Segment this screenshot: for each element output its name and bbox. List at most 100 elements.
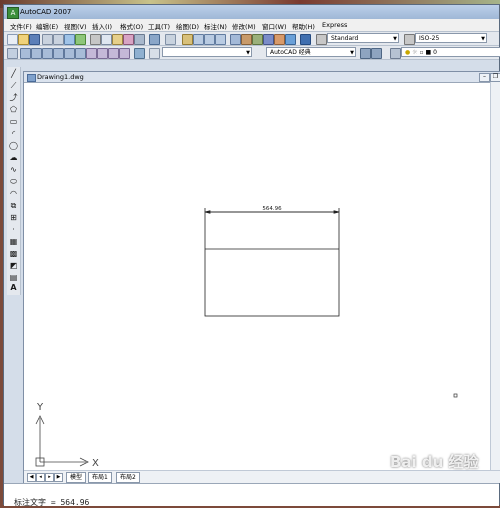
menu-bar: 文件(F) 编辑(E) 视图(V) 插入(I) 格式(O) 工具(T) 绘图(D… (4, 19, 499, 32)
restore-icon[interactable]: ❐ (490, 73, 500, 82)
text-style-select[interactable]: Standard ▼ (327, 33, 399, 43)
prev-tab-icon[interactable]: ◂ (36, 473, 45, 482)
open-icon[interactable] (18, 34, 29, 45)
block-editor-icon[interactable] (134, 34, 145, 45)
rectangle-icon[interactable]: ▭ (8, 117, 19, 127)
polygon-icon[interactable]: ⬠ (8, 105, 19, 115)
circle-icon[interactable]: ◯ (8, 141, 19, 151)
tab-layout1[interactable]: 布局1 (88, 472, 112, 483)
insert-block-icon[interactable]: ⧉ (8, 201, 19, 211)
cut-icon[interactable] (90, 34, 101, 45)
workspace-select[interactable]: AutoCAD 经典 ▼ (266, 47, 356, 57)
design-center-icon[interactable] (241, 34, 252, 45)
save-workspace-icon[interactable] (371, 48, 382, 59)
view-back-icon[interactable] (75, 48, 86, 59)
print-icon[interactable] (42, 34, 53, 45)
ellipse-arc-icon[interactable]: ◠ (8, 189, 19, 199)
copy-icon[interactable] (101, 34, 112, 45)
named-views-icon[interactable] (149, 48, 160, 59)
menu-modify[interactable]: 修改(M) (232, 21, 256, 31)
calculator-icon[interactable] (285, 34, 296, 45)
menu-help[interactable]: 帮助(H) (292, 21, 315, 31)
polyline-icon[interactable]: ⤴ (8, 93, 19, 103)
save-icon[interactable] (29, 34, 40, 45)
construction-line-icon[interactable]: ⟋ (8, 81, 19, 91)
command-line[interactable]: 标注文字 = 564.96 (4, 483, 499, 507)
dim-style-icon[interactable] (404, 34, 415, 45)
line-icon[interactable]: ╱ (8, 69, 19, 79)
camera-icon[interactable] (134, 48, 145, 59)
paste-icon[interactable] (112, 34, 123, 45)
menu-file[interactable]: 文件(F) (10, 21, 32, 31)
autocad-icon[interactable]: A (7, 7, 19, 19)
revision-cloud-icon[interactable]: ☁ (8, 153, 19, 163)
arc-icon[interactable]: ◜ (8, 129, 19, 139)
first-tab-icon[interactable]: ◀ (27, 473, 36, 482)
dim-style-value: ISO-25 (419, 35, 440, 42)
last-tab-icon[interactable]: ▶ (54, 473, 63, 482)
layer-select[interactable]: ● ☼ ▫ ■ 0 (401, 47, 500, 57)
print-preview-icon[interactable] (53, 34, 64, 45)
view-iso-se-icon[interactable] (97, 48, 108, 59)
menu-tools[interactable]: 工具(T) (148, 21, 170, 31)
menu-format[interactable]: 格式(O) (120, 21, 143, 31)
undo-icon[interactable] (149, 34, 160, 45)
view-iso-nw-icon[interactable] (119, 48, 130, 59)
ellipse-icon[interactable]: ⬭ (8, 177, 19, 187)
region-icon[interactable]: ◩ (8, 261, 19, 271)
next-tab-icon[interactable]: ▸ (45, 473, 54, 482)
menu-express[interactable]: Express (322, 21, 347, 29)
sheet-set-icon[interactable] (263, 34, 274, 45)
table-icon[interactable]: ▤ (8, 273, 19, 283)
spline-icon[interactable]: ∿ (8, 165, 19, 175)
redo-icon[interactable] (165, 34, 176, 45)
view-top-icon[interactable] (20, 48, 31, 59)
text-style-icon[interactable] (316, 34, 327, 45)
match-properties-icon[interactable] (123, 34, 134, 45)
new-icon[interactable] (7, 34, 18, 45)
layer-manager-icon[interactable] (7, 48, 18, 59)
workspace-settings-icon[interactable] (360, 48, 371, 59)
menu-dimension[interactable]: 标注(N) (204, 21, 227, 31)
rectangle-shape[interactable] (204, 211, 340, 317)
view-iso-sw-icon[interactable] (86, 48, 97, 59)
view-bottom-icon[interactable] (31, 48, 42, 59)
drawing-geometry (204, 208, 340, 317)
standard-toolbar: Standard ▼ ISO-25 ▼ (4, 32, 499, 46)
layer-properties-icon[interactable] (390, 48, 401, 59)
help-icon[interactable] (300, 34, 311, 45)
menu-view[interactable]: 视图(V) (64, 21, 87, 31)
pan-icon[interactable] (182, 34, 193, 45)
make-block-icon[interactable]: ⊞ (8, 213, 19, 223)
markup-icon[interactable] (274, 34, 285, 45)
plot-icon[interactable] (75, 34, 86, 45)
tab-layout2[interactable]: 布局2 (116, 472, 140, 483)
minimize-icon[interactable]: – (479, 73, 490, 82)
properties-icon[interactable] (230, 34, 241, 45)
menu-edit[interactable]: 编辑(E) (36, 21, 58, 31)
multiline-text-icon[interactable]: A (8, 283, 19, 293)
view-iso-ne-icon[interactable] (108, 48, 119, 59)
layer-value: 0 (433, 49, 437, 56)
model-space-canvas[interactable]: 564.96 Y X (24, 82, 490, 470)
view-left-icon[interactable] (42, 48, 53, 59)
vertical-scrollbar[interactable] (490, 82, 500, 470)
zoom-realtime-icon[interactable] (193, 34, 204, 45)
view-select[interactable]: ▼ (162, 47, 252, 57)
tool-palettes-icon[interactable] (252, 34, 263, 45)
menu-window[interactable]: 窗口(W) (262, 21, 287, 31)
hatch-icon[interactable]: ▦ (8, 237, 19, 247)
publish-icon[interactable] (64, 34, 75, 45)
dimension-text[interactable]: 564.96 (262, 206, 282, 212)
zoom-previous-icon[interactable] (215, 34, 226, 45)
point-icon[interactable]: · (8, 225, 19, 235)
view-right-icon[interactable] (53, 48, 64, 59)
view-front-icon[interactable] (64, 48, 75, 59)
chevron-down-icon: ▼ (393, 36, 397, 42)
zoom-window-icon[interactable] (204, 34, 215, 45)
gradient-icon[interactable]: ▩ (8, 249, 19, 259)
menu-insert[interactable]: 插入(I) (92, 21, 112, 31)
tab-model[interactable]: 模型 (66, 472, 87, 483)
dim-style-select[interactable]: ISO-25 ▼ (415, 33, 487, 43)
menu-draw[interactable]: 绘图(D) (176, 21, 199, 31)
